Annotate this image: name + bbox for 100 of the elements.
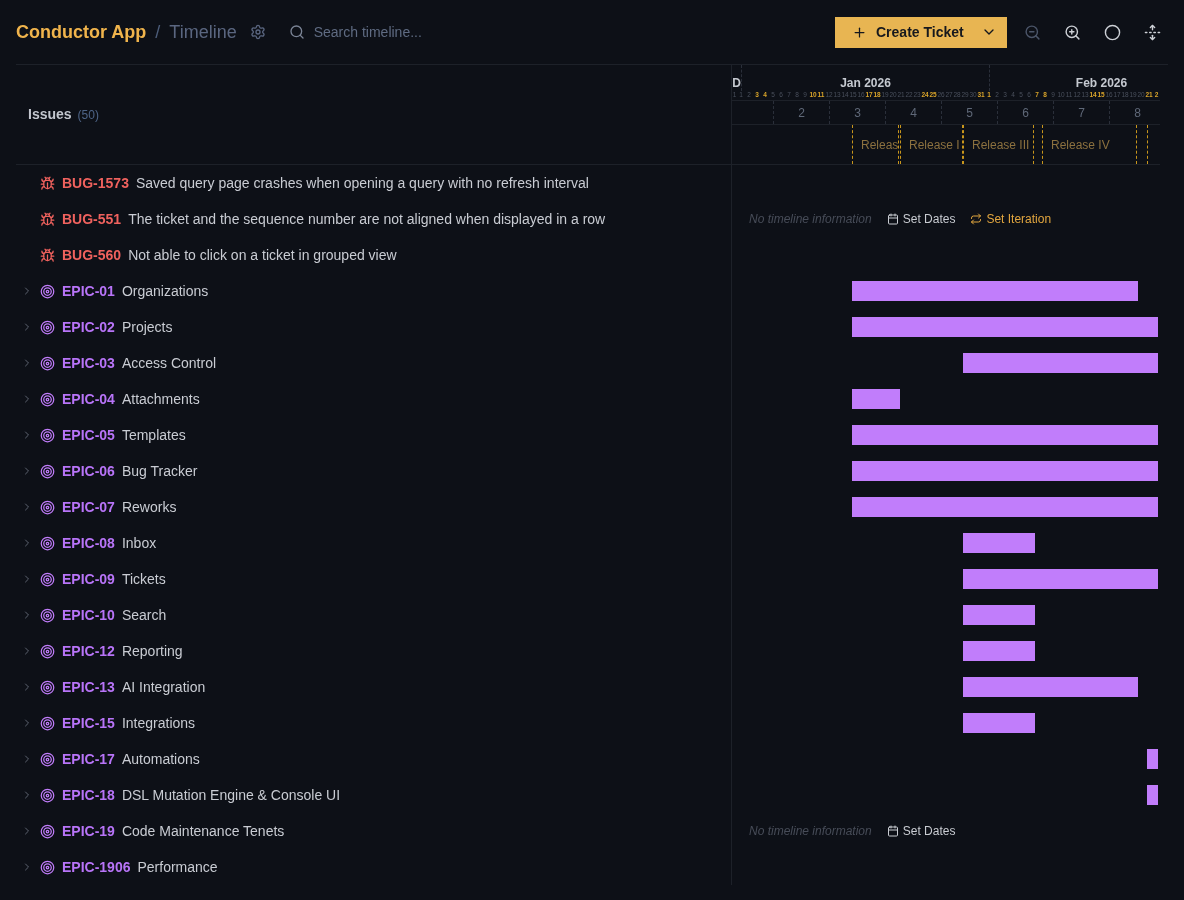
timeline-bar[interactable]: [1147, 785, 1158, 805]
zoom-in-icon: [1063, 23, 1081, 41]
timeline-bar[interactable]: [852, 425, 1158, 445]
timeline-bar[interactable]: [852, 389, 900, 409]
set-dates-button[interactable]: Set Dates: [886, 822, 956, 840]
issue-count: (50): [77, 106, 99, 124]
issue-id[interactable]: EPIC-13: [62, 676, 115, 698]
page-title: Timeline: [169, 20, 237, 44]
timeline-bar[interactable]: [963, 353, 1158, 373]
issue-id[interactable]: EPIC-17: [62, 748, 115, 770]
target-icon: [40, 679, 55, 695]
issue-id[interactable]: EPIC-1906: [62, 856, 131, 878]
target-icon: [40, 607, 55, 623]
issue-title: Organizations: [121, 281, 209, 301]
search-icon: [288, 24, 305, 40]
set-dates-button[interactable]: Set Dates: [886, 210, 956, 228]
issue-id[interactable]: EPIC-15: [62, 712, 115, 734]
target-icon: [40, 787, 55, 803]
issue-id[interactable]: EPIC-19: [62, 820, 115, 842]
search-field[interactable]: Search timeline...: [313, 21, 514, 43]
issue-id[interactable]: EPIC-04: [62, 388, 115, 410]
bug-icon: [40, 211, 55, 227]
issue-id[interactable]: EPIC-08: [62, 532, 115, 554]
timeline-bar[interactable]: [852, 281, 1138, 301]
issue-id[interactable]: EPIC-03: [62, 352, 115, 374]
issue-title: Inbox: [121, 533, 157, 553]
week-label: 3: [854, 104, 861, 122]
issue-id[interactable]: BUG-560: [62, 244, 122, 266]
target-icon: [40, 427, 55, 443]
timeline-bar[interactable]: [852, 317, 1158, 337]
timeline-bar[interactable]: [963, 713, 1035, 733]
create-ticket-button[interactable]: Create Ticket: [835, 16, 1007, 48]
timeline-bar[interactable]: [963, 641, 1035, 661]
issue-title: Saved query page crashes when opening a query with no refresh interval: [135, 173, 589, 193]
issue-id[interactable]: EPIC-18: [62, 784, 115, 806]
repeat-icon: [970, 213, 983, 225]
issue-id[interactable]: EPIC-10: [62, 604, 115, 626]
target-icon: [40, 571, 55, 587]
target-icon: [40, 319, 55, 335]
issue-title: Projects: [121, 317, 173, 337]
zoom-out-icon: [1023, 23, 1041, 41]
issue-title: Access Control: [121, 353, 217, 373]
unfold-vertical-icon: [1143, 23, 1161, 41]
issue-title: Attachments: [121, 389, 200, 409]
timeline-bar[interactable]: [963, 569, 1158, 589]
issue-id[interactable]: EPIC-12: [62, 640, 115, 662]
calendar-icon: [886, 213, 899, 225]
timeline-bar[interactable]: [963, 605, 1035, 625]
release-label: Release III: [972, 136, 1030, 154]
issue-title: Integrations: [121, 713, 196, 733]
issue-id[interactable]: BUG-551: [62, 208, 122, 230]
release-label: Releas: [861, 136, 899, 154]
issue-id[interactable]: EPIC-02: [62, 316, 115, 338]
issue-title: Reworks: [121, 497, 177, 517]
issue-id[interactable]: EPIC-09: [62, 568, 115, 590]
issues-heading: Issues: [28, 105, 72, 124]
plus-icon: [852, 24, 867, 40]
release-label: Release IV: [1051, 136, 1110, 154]
issue-title: AI Integration: [121, 677, 206, 697]
issue-title: Bug Tracker: [121, 461, 198, 481]
release-label: Release I: [909, 136, 960, 154]
app-title[interactable]: Conductor App: [16, 18, 147, 46]
issue-title: Not able to click on a ticket in grouped view: [128, 245, 397, 265]
target-icon: [40, 499, 55, 515]
issue-id[interactable]: EPIC-05: [62, 424, 115, 446]
target-icon: [40, 859, 55, 875]
release-line: [1147, 125, 1148, 164]
timeline-bar[interactable]: [963, 533, 1035, 553]
timeline-bar[interactable]: [852, 461, 1158, 481]
week-label: 6: [1022, 104, 1029, 122]
settings-icon[interactable]: [249, 24, 266, 40]
timeline-bar[interactable]: [852, 497, 1158, 517]
week-label: 7: [1078, 104, 1085, 122]
bug-icon: [40, 175, 55, 191]
no-timeline-message: No timeline information: [749, 823, 872, 840]
target-icon: [40, 463, 55, 479]
month-label: Feb 2026: [1075, 76, 1128, 91]
timeline-bar[interactable]: [1147, 749, 1158, 769]
issue-id[interactable]: EPIC-07: [62, 496, 115, 518]
issue-id[interactable]: EPIC-06: [62, 460, 115, 482]
week-label: 5: [966, 104, 973, 122]
target-icon: [40, 751, 55, 767]
issue-title: Reporting: [121, 641, 183, 661]
target-icon: [40, 535, 55, 551]
issue-title: Templates: [121, 425, 186, 445]
issue-title: Automations: [121, 749, 200, 769]
target-icon: [40, 355, 55, 371]
issue-title: Performance: [137, 857, 218, 877]
target-icon: [40, 823, 55, 839]
timeline-bar[interactable]: [963, 677, 1138, 697]
issue-id[interactable]: EPIC-01: [62, 280, 115, 302]
issue-title: Tickets: [121, 569, 166, 589]
week-label: 2: [798, 104, 805, 122]
target-icon: [40, 715, 55, 731]
month-label: Jan 2026: [840, 76, 891, 91]
target-icon: [40, 643, 55, 659]
week-label: 8: [1134, 104, 1141, 122]
issue-id[interactable]: BUG-1573: [62, 172, 129, 194]
set-iteration-button[interactable]: Set Iteration: [970, 210, 1052, 228]
week-label: 4: [910, 104, 917, 122]
